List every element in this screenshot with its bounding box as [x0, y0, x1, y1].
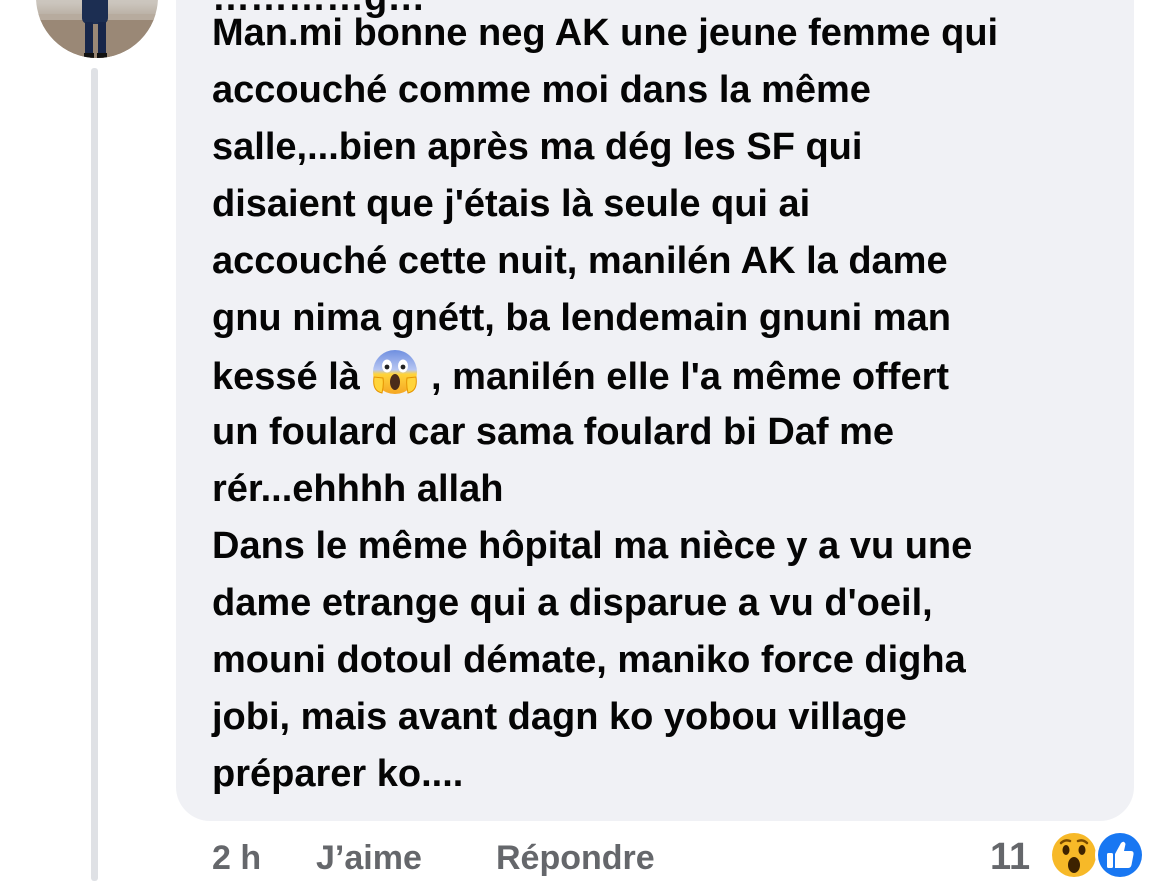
like-reaction-icon[interactable]: [1094, 829, 1146, 881]
wow-reaction-icon[interactable]: [1048, 829, 1100, 881]
comment-line: gnu nima gnétt, ba lendemain gnuni man: [212, 297, 951, 339]
comment-line-part: , manilén elle l'a même offert: [420, 356, 950, 398]
comment-line: un foulard car sama foulard bi Daf me: [212, 411, 895, 453]
reply-button[interactable]: Répondre: [496, 836, 655, 880]
comment-line: dame etrange qui a disparue a vu d'oeil,: [212, 582, 933, 624]
comment-timestamp: 2 h: [212, 839, 262, 877]
comment-line: accouché cette nuit, manilén AK la dame: [212, 240, 948, 282]
comment-line: préparer ko....: [212, 753, 464, 795]
comment-line: jobi, mais avant dagn ko yobou village: [212, 696, 907, 738]
reply-thread-line: [91, 68, 98, 881]
comment-line: disaient que j'étais là seule qui ai: [212, 183, 811, 225]
comment-line: rér...ehhhh allah: [212, 468, 504, 510]
comment-screen: …………g… Man.mi bonne neg AK une jeune fem…: [0, 0, 1169, 881]
comment-line: accouché comme moi dans la même: [212, 69, 871, 111]
face-screaming-in-fear-emoji: [373, 350, 418, 394]
reaction-count[interactable]: 11: [990, 834, 1030, 880]
comment-line-part: kessé là: [212, 356, 371, 398]
comment-text: Man.mi bonne neg AK une jeune femme qui …: [212, 5, 1112, 803]
comment-line: Man.mi bonne neg AK une jeune femme qui: [212, 12, 999, 54]
comment-line: mouni dotoul démate, maniko force digha: [212, 639, 966, 681]
comment-line: Dans le même hôpital ma nièce y a vu une: [212, 525, 973, 567]
avatar-photo: [36, 0, 158, 58]
comment-line: salle,...bien après ma dég les SF qui: [212, 126, 863, 168]
like-button[interactable]: J’aime: [316, 836, 422, 880]
avatar[interactable]: [36, 0, 158, 58]
comment-line-with-emoji: kessé là , manilén elle l'a même offert: [212, 347, 1112, 404]
